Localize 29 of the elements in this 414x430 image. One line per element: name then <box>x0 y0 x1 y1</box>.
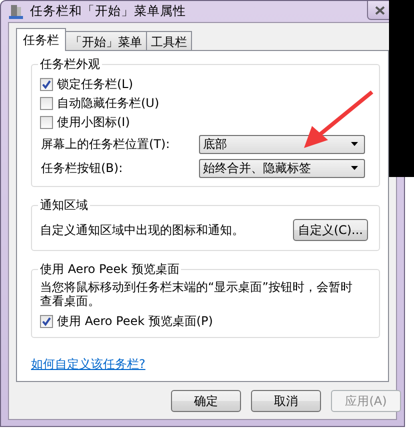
dropdown-label: 任务栏按钮(B): <box>41 160 124 176</box>
checkbox-label[interactable]: 使用 Aero Peek 预览桌面(P) <box>57 313 213 330</box>
tab[interactable]: 「开始」菜单 <box>65 31 147 50</box>
app-icon <box>8 4 24 20</box>
dropdown-label: 屏幕上的任务栏位置(T): <box>41 136 171 152</box>
annotation-arrow <box>304 90 374 148</box>
checkbox[interactable] <box>40 116 53 129</box>
group-title: 任务栏外观 <box>38 56 102 73</box>
group-title: 使用 Aero Peek 预览桌面 <box>38 261 182 278</box>
window-title: 任务栏和「开始」菜单属性 <box>30 3 186 20</box>
notification-text: 自定义通知区域中出现的图标和通知。 <box>40 223 244 237</box>
dropdown-arrow-icon <box>351 142 358 146</box>
checkbox-label[interactable]: 自动隐藏任务栏(U) <box>57 95 160 112</box>
dropdown[interactable]: 底部 <box>199 134 365 154</box>
aero-peek-description: 当您将鼠标移动到任务栏末端的“显示桌面”按钮时，会暂时查看桌面。 <box>40 280 354 308</box>
dropdown-arrow-icon <box>351 166 358 170</box>
dialog-button[interactable]: 取消 <box>251 390 321 412</box>
dialog-button[interactable]: 确定 <box>171 390 241 412</box>
close-icon <box>375 6 385 14</box>
help-link[interactable]: 如何自定义该任务栏? <box>31 356 146 373</box>
dropdown[interactable]: 始终合并、隐藏标签 <box>199 158 365 178</box>
checkbox[interactable] <box>40 78 53 91</box>
customize-button[interactable]: 自定义(C)... <box>292 219 368 241</box>
checkbox-label[interactable]: 使用小图标(I) <box>57 114 130 131</box>
checkbox-label[interactable]: 锁定任务栏(L) <box>57 76 134 93</box>
checkbox[interactable] <box>40 315 53 328</box>
tab[interactable]: 任务栏 <box>16 28 66 51</box>
checkbox[interactable] <box>40 97 53 110</box>
tab[interactable]: 工具栏 <box>146 31 192 50</box>
